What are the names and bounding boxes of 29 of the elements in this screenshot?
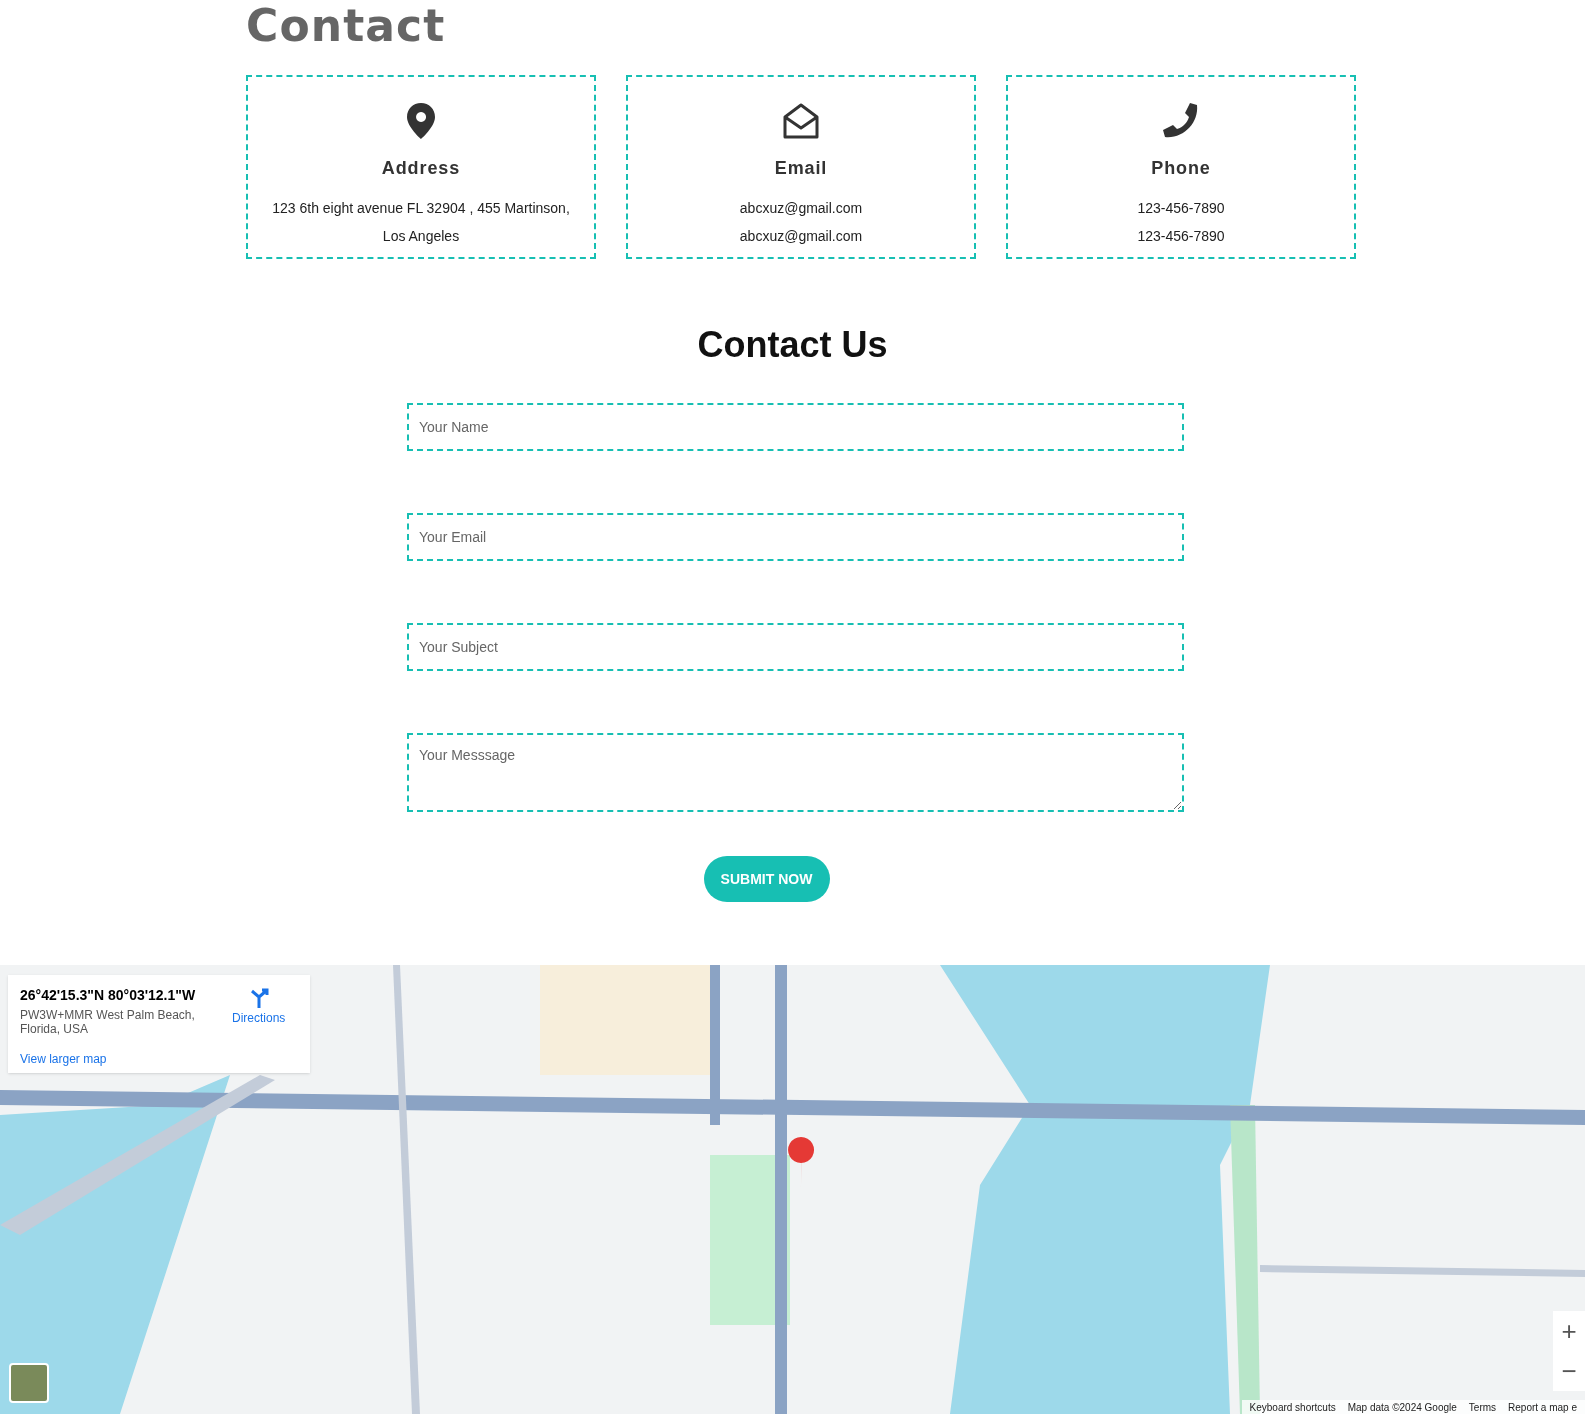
map-footer-link[interactable]: Keyboard shortcuts	[1249, 1399, 1336, 1414]
map-coordinates: 26°42'15.3"N 80°03'12.1"W	[20, 986, 197, 1005]
envelope-icon	[783, 103, 819, 139]
card-title: Address	[381, 157, 461, 180]
input-field[interactable]: Your Subject	[407, 623, 1184, 671]
message-field[interactable]: Your Messsage	[407, 733, 1184, 812]
view-larger-map-link[interactable]: View larger map	[20, 1050, 107, 1068]
map-footer-link[interactable]: Report a map e	[1508, 1399, 1577, 1414]
map-address: PW3W+MMR West Palm Beach, Florida, USA	[20, 1008, 196, 1036]
input-field[interactable]: Your Email	[407, 513, 1184, 561]
page-title: Contact	[246, 0, 447, 52]
map-footer-link[interactable]: Map data ©2024 Google	[1347, 1399, 1457, 1414]
card-title: Phone	[1151, 157, 1211, 180]
zoom-in-button[interactable]: +	[1561, 1318, 1577, 1344]
card-title: Email	[774, 157, 828, 180]
form-title: Contact Us	[697, 323, 888, 367]
card-text: Los Angeles	[382, 227, 460, 246]
card-text: abcxuz@gmail.com	[739, 227, 863, 246]
map-pin-icon	[407, 103, 435, 139]
card-text: 123 6th eight avenue FL 32904 , 455 Martinson,	[272, 199, 570, 218]
card-text: 123-456-7890	[1137, 227, 1225, 246]
card-text: abcxuz@gmail.com	[739, 199, 863, 218]
map-thumbnail[interactable]	[9, 1363, 49, 1403]
input-field[interactable]: Your Name	[407, 403, 1184, 451]
directions-link[interactable]: Directions	[232, 1009, 286, 1027]
phone-icon	[1163, 103, 1199, 139]
zoom-out-button[interactable]: −	[1561, 1358, 1577, 1384]
card-text: 123-456-7890	[1137, 199, 1225, 218]
map-footer-link[interactable]: Terms	[1468, 1399, 1497, 1414]
